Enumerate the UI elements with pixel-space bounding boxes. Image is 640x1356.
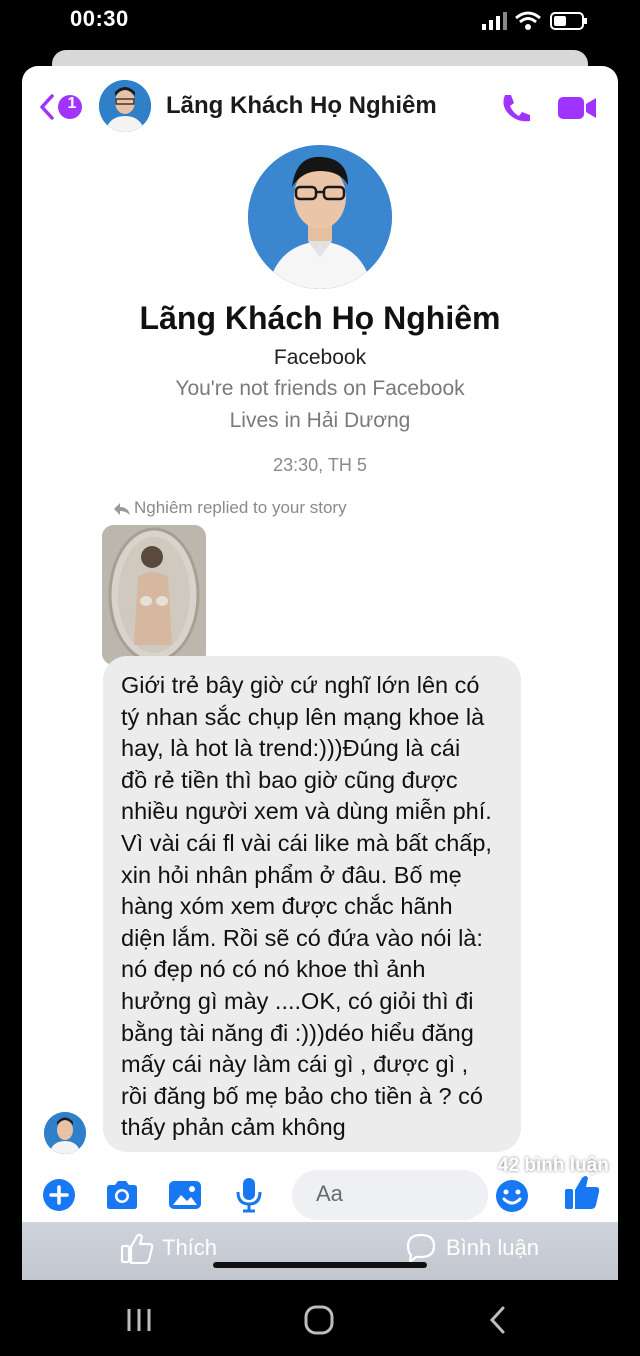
header-avatar[interactable] xyxy=(99,80,151,132)
camera-icon[interactable] xyxy=(103,1178,141,1212)
header-contact-name[interactable]: Lãng Khách Họ Nghiêm xyxy=(166,92,437,120)
person-icon xyxy=(44,1112,86,1154)
signal-icon xyxy=(482,12,507,30)
back-nav-icon[interactable] xyxy=(484,1303,512,1337)
person-portrait-icon xyxy=(248,145,392,289)
comments-count[interactable]: 42 bình luận xyxy=(498,1155,609,1177)
message-line: hưởng gì mày ....OK, có giỏi thì đi xyxy=(121,987,474,1014)
person-icon xyxy=(99,80,151,132)
profile-source: Facebook xyxy=(273,346,367,369)
message-line: Giới trẻ bây giờ cứ nghĩ lớn lên có xyxy=(121,672,480,698)
message-line: đồ rẻ tiền thì bao giờ cũng được xyxy=(121,766,458,793)
profile-avatar[interactable] xyxy=(248,145,392,289)
plus-icon[interactable] xyxy=(42,1178,76,1212)
thumbs-up-icon[interactable] xyxy=(562,1172,602,1212)
message-line: hàng xóm xem được chắc hãnh xyxy=(121,893,453,920)
story-image xyxy=(102,525,206,665)
message-input-placeholder: Aa xyxy=(316,1181,343,1206)
like-icon xyxy=(120,1233,154,1264)
wifi-icon xyxy=(515,11,541,30)
like-button[interactable]: Thích xyxy=(162,1235,217,1261)
message-line: xin hỏi nhân phẩm ở đâu. Bố mẹ xyxy=(121,861,462,888)
message-line: mấy cái này làm cái gì , được gì , xyxy=(121,1051,469,1078)
message-line: nhiều người xem và dùng miễn phí. xyxy=(121,798,492,825)
phone-call-icon[interactable] xyxy=(498,92,532,124)
comment-icon xyxy=(406,1233,436,1264)
sender-avatar[interactable] xyxy=(44,1112,86,1154)
message-line: thấy phản cảm không xyxy=(121,1114,346,1141)
conversation-timestamp: 23:30, TH 5 xyxy=(273,455,367,475)
home-indicator xyxy=(213,1262,427,1268)
message-line: diện lắm. Rồi sẽ có đứa vào nói là: xyxy=(121,924,483,951)
profile-friend-status: You're not friends on Facebook xyxy=(175,377,465,400)
comment-button[interactable]: Bình luận xyxy=(446,1235,539,1261)
story-thumbnail[interactable] xyxy=(102,525,206,665)
message-line: Vì vài cái fl vài cái like mà bất chấp, xyxy=(121,829,492,856)
message-line: hay, là hot là trend:)))Đúng là cái xyxy=(121,735,461,762)
back-badge-count: 1 xyxy=(67,95,77,112)
story-reply-note: Nghiêm replied to your story xyxy=(134,498,347,517)
image-gallery-icon[interactable] xyxy=(166,1178,204,1212)
message-line: bằng tài năng đi :)))déo hiểu đăng xyxy=(121,1019,474,1046)
emoji-icon[interactable] xyxy=(494,1178,530,1214)
message-bubble[interactable]: Giới trẻ bây giờ cứ nghĩ lớn lên có tý n… xyxy=(103,656,521,1152)
microphone-icon[interactable] xyxy=(234,1176,264,1214)
message-line: nó đẹp nó có nó khoe thì ảnh xyxy=(121,956,426,983)
home-icon[interactable] xyxy=(302,1303,336,1337)
profile-location: Lives in Hải Dương xyxy=(229,409,411,432)
battery-icon xyxy=(550,12,587,30)
reply-icon xyxy=(114,503,130,515)
message-line: tý nhan sắc chụp lên mạng khoe là xyxy=(121,703,485,730)
profile-name: Lãng Khách Họ Nghiêm xyxy=(139,300,501,336)
recent-apps-icon[interactable] xyxy=(124,1305,154,1335)
message-line: rồi đăng bố mẹ bảo cho tiền à ? có xyxy=(121,1082,483,1109)
status-time: 00:30 xyxy=(70,6,129,31)
video-call-icon[interactable] xyxy=(556,94,598,122)
